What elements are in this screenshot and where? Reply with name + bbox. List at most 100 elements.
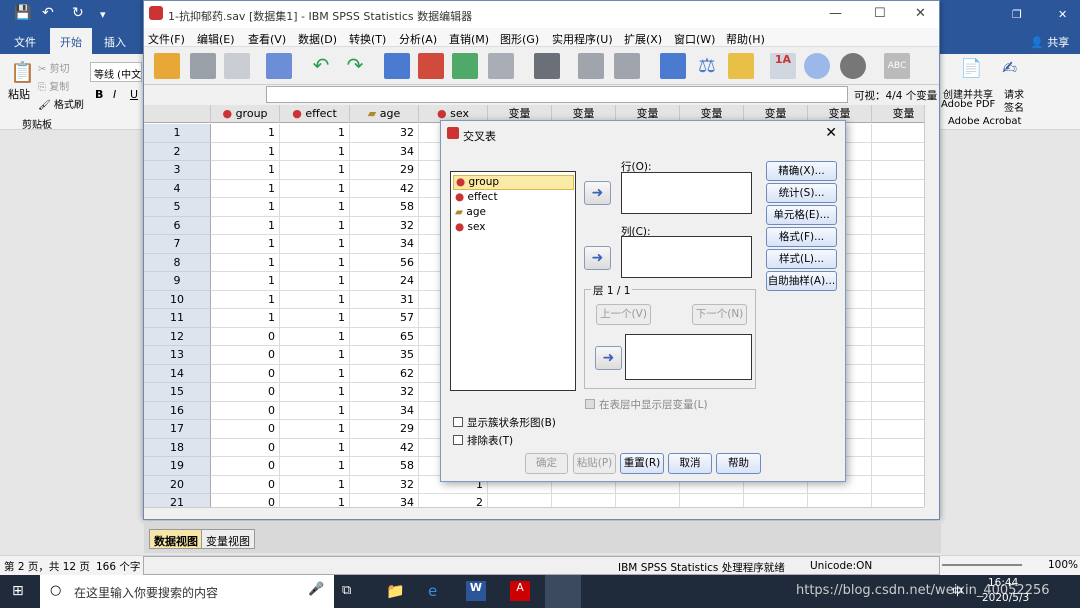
font-name-field[interactable]: 等线 (中文: [90, 62, 142, 82]
table-cell[interactable]: [872, 254, 924, 272]
italic-button[interactable]: I: [113, 88, 116, 101]
table-cell[interactable]: 0: [211, 364, 280, 383]
table-cell[interactable]: [872, 439, 924, 457]
variables-icon[interactable]: [452, 53, 478, 79]
table-cell[interactable]: 56: [350, 253, 419, 272]
table-cell[interactable]: 1: [280, 235, 350, 254]
zoom-level[interactable]: 100%: [1048, 559, 1078, 571]
tab-variable-view[interactable]: 变量视图: [201, 529, 255, 549]
table-cell[interactable]: [872, 143, 924, 161]
table-cell[interactable]: [744, 494, 808, 507]
table-cell[interactable]: 34: [350, 401, 419, 420]
menu-edit[interactable]: 编辑(E): [197, 31, 235, 47]
save-data-icon[interactable]: [190, 53, 216, 79]
table-cell[interactable]: [872, 124, 924, 143]
help-button[interactable]: 帮助: [716, 453, 761, 474]
dialog-close-icon[interactable]: ✕: [825, 125, 837, 141]
statistics-button[interactable]: 统计(S)...: [766, 183, 837, 203]
table-cell[interactable]: [872, 476, 924, 494]
table-cell[interactable]: 34: [350, 494, 419, 507]
table-cell[interactable]: 1: [211, 235, 280, 254]
table-cell[interactable]: 1: [280, 309, 350, 328]
tab-data-view[interactable]: 数据视图: [149, 529, 203, 549]
table-cell[interactable]: [872, 420, 924, 439]
table-cell[interactable]: 1: [280, 420, 350, 439]
goto-case-icon[interactable]: [384, 53, 410, 79]
select-cases-icon[interactable]: [728, 53, 754, 79]
table-cell[interactable]: 1: [280, 438, 350, 457]
table-cell[interactable]: 0: [211, 383, 280, 402]
table-cell[interactable]: 1: [280, 142, 350, 161]
suppress-tables-checkbox[interactable]: [453, 435, 463, 445]
ime-indicator[interactable]: 中: [952, 583, 963, 599]
format-painter-button[interactable]: 🖌 格式刷: [38, 96, 84, 111]
table-cell[interactable]: [680, 494, 744, 507]
columns-list[interactable]: [621, 236, 752, 278]
table-cell[interactable]: 34: [350, 235, 419, 254]
column-header[interactable]: ● effect: [280, 105, 350, 123]
table-cell[interactable]: 1: [211, 309, 280, 328]
table-cell[interactable]: [872, 383, 924, 402]
redo-icon[interactable]: ↻: [72, 5, 84, 21]
table-cell[interactable]: 1: [211, 161, 280, 180]
bootstrap-button[interactable]: 自助抽样(A)...: [766, 271, 837, 291]
table-cell[interactable]: [872, 365, 924, 383]
copy-button[interactable]: ⎘ 复制: [38, 78, 69, 93]
table-cell[interactable]: 0: [211, 327, 280, 346]
format-button[interactable]: 格式(F)...: [766, 227, 837, 247]
table-cell[interactable]: 0: [211, 494, 280, 507]
cancel-button[interactable]: 取消: [668, 453, 712, 474]
previous-layer-button[interactable]: 上一个(V): [596, 304, 651, 325]
table-cell[interactable]: 32: [350, 383, 419, 402]
table-cell[interactable]: 1: [211, 253, 280, 272]
menu-view[interactable]: 查看(V): [248, 31, 286, 47]
table-cell[interactable]: [872, 180, 924, 198]
column-header[interactable]: 变量: [872, 105, 924, 123]
table-cell[interactable]: 34: [350, 142, 419, 161]
spss-taskbar-icon[interactable]: [545, 575, 581, 608]
table-cell[interactable]: 62: [350, 364, 419, 383]
table-cell[interactable]: 35: [350, 346, 419, 365]
tab-home[interactable]: 开始: [50, 28, 92, 54]
print-icon[interactable]: [224, 53, 250, 79]
table-cell[interactable]: 1: [280, 494, 350, 507]
move-to-columns-button[interactable]: ➜: [584, 246, 611, 270]
column-header[interactable]: ● group: [211, 105, 280, 123]
table-cell[interactable]: 31: [350, 290, 419, 309]
tab-file[interactable]: 文件: [14, 34, 36, 50]
table-cell[interactable]: 32: [350, 124, 419, 143]
table-cell[interactable]: 1: [280, 383, 350, 402]
list-item-group[interactable]: ● group: [453, 175, 574, 190]
table-cell[interactable]: [872, 217, 924, 235]
table-cell[interactable]: 1: [280, 364, 350, 383]
table-cell[interactable]: [872, 457, 924, 476]
grid-corner[interactable]: [144, 105, 211, 123]
table-cell[interactable]: [872, 161, 924, 180]
table-cell[interactable]: 0: [211, 420, 280, 439]
edge-icon[interactable]: e: [428, 582, 437, 600]
create-pdf-icon[interactable]: 📄: [960, 58, 982, 79]
row-header[interactable]: 5: [144, 198, 211, 217]
table-cell[interactable]: 0: [211, 346, 280, 365]
ok-button[interactable]: 确定: [525, 453, 568, 474]
table-cell[interactable]: 1: [280, 198, 350, 217]
move-to-rows-button[interactable]: ➜: [584, 181, 611, 205]
menu-graphs[interactable]: 图形(G): [500, 31, 539, 47]
list-item-effect[interactable]: ● effect: [455, 191, 498, 203]
undo-action-icon[interactable]: ↶: [308, 53, 334, 79]
split-file-icon[interactable]: [660, 53, 686, 79]
list-item-age[interactable]: ▰ age: [455, 206, 486, 218]
row-header[interactable]: 19: [144, 457, 211, 476]
table-cell[interactable]: [872, 328, 924, 346]
rows-list[interactable]: [621, 172, 752, 214]
table-cell[interactable]: 1: [280, 327, 350, 346]
word-close-icon[interactable]: ✕: [1058, 8, 1067, 21]
table-cell[interactable]: 0: [211, 457, 280, 476]
table-cell[interactable]: 32: [350, 216, 419, 235]
find-icon[interactable]: [534, 53, 560, 79]
next-layer-button[interactable]: 下一个(N): [692, 304, 747, 325]
paste-button[interactable]: 粘贴(P): [573, 453, 616, 474]
table-cell[interactable]: [872, 309, 924, 328]
row-header[interactable]: 20: [144, 475, 211, 494]
menu-direct-marketing[interactable]: 直销(M): [449, 31, 489, 47]
